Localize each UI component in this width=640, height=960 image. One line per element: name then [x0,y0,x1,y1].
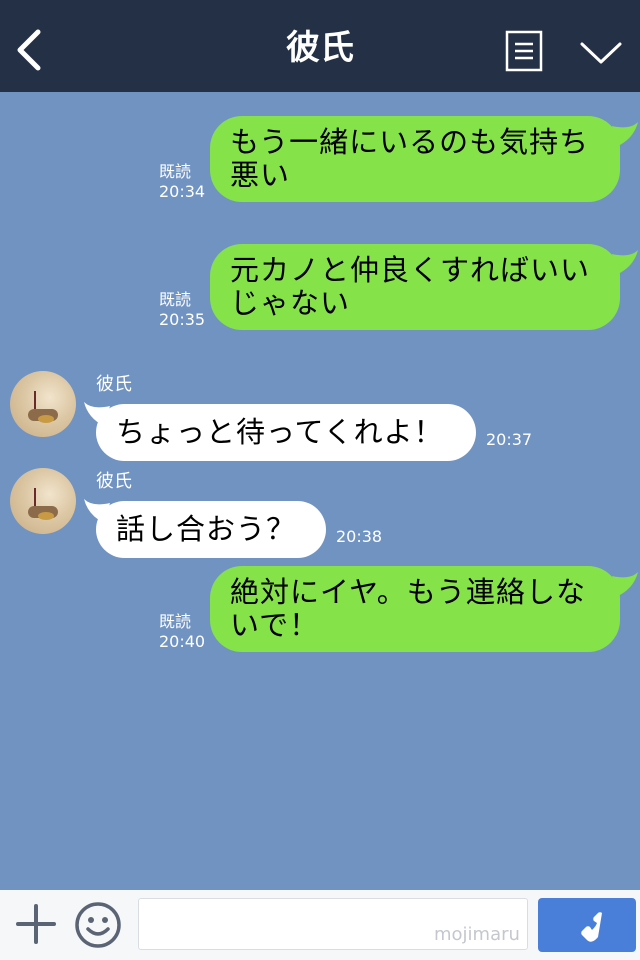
message-time: 20:37 [486,430,533,449]
message-meta: 既読 20:35 [159,290,205,330]
menu-icon[interactable] [505,30,545,72]
read-receipt: 既読 [159,290,192,309]
message-time: 20:35 [159,310,206,329]
sender-name: 彼氏 [96,471,132,492]
message-list: 既読 20:34 もう一緒にいるのも気持ち悪い 既読 20:35 元カノと仲良く… [0,92,640,890]
call-button[interactable] [538,898,636,952]
avatar[interactable] [10,371,76,437]
message-bubble-incoming[interactable]: ちょっと待ってくれよ！ [96,404,476,461]
message-time: 20:38 [336,527,383,546]
emoji-icon[interactable] [74,901,122,949]
watermark: mojimaru [434,924,520,945]
message-bubble-outgoing[interactable]: 元カノと仲良くすればいいじゃない [210,244,620,330]
plus-icon[interactable] [16,904,56,944]
phone-icon [581,912,602,942]
sender-name: 彼氏 [96,374,132,395]
message-bubble-incoming[interactable]: 話し合おう？ [96,501,326,558]
read-receipt: 既読 [159,612,192,631]
message-bubble-outgoing[interactable]: もう一緒にいるのも気持ち悪い [210,116,620,202]
message-meta: 既読 20:40 [159,612,205,652]
avatar[interactable] [10,468,76,534]
message-time: 20:40 [159,632,206,651]
chat-header: 彼氏 [0,0,640,92]
message-meta: 既読 20:34 [159,162,205,202]
read-receipt: 既読 [159,162,192,181]
message-bubble-outgoing[interactable]: 絶対にイヤ。もう連絡しないで！ [210,566,620,652]
collapse-icon[interactable] [578,38,624,68]
message-time: 20:34 [159,182,206,201]
